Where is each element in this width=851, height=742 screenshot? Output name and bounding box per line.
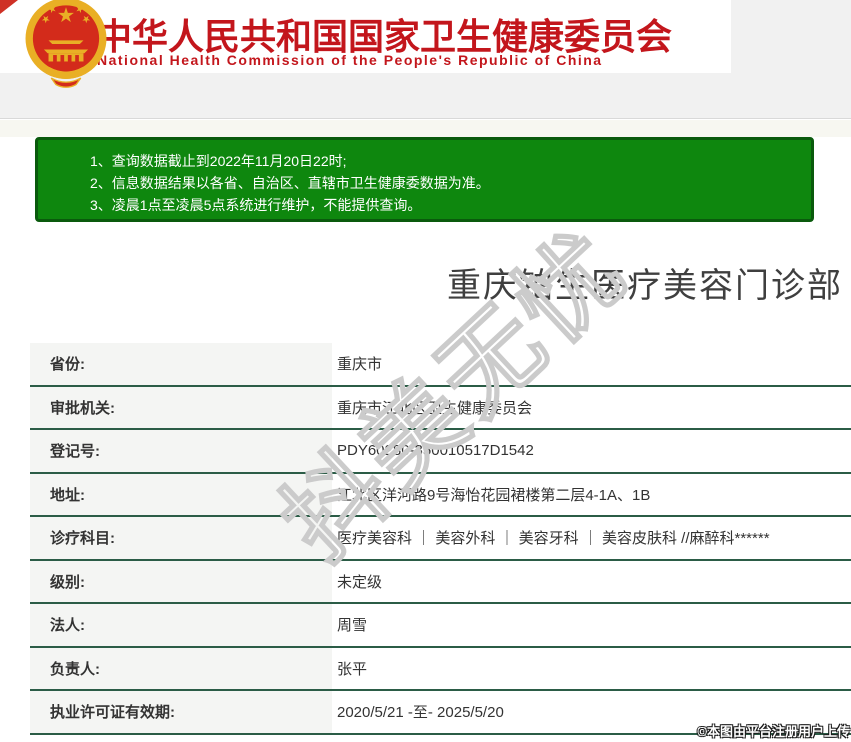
- row-value: PDY60280-350010517D1542: [332, 430, 851, 472]
- notice-line: 2、信息数据结果以各省、自治区、直辖市卫生健康委数据为准。: [90, 175, 490, 191]
- row-value: 张平: [332, 647, 851, 689]
- institution-info-table: 省份: 重庆市 审批机关: 重庆市江北区卫生健康委员会 登记号: PDY6028…: [30, 343, 851, 735]
- row-label: 执业许可证有效期:: [30, 691, 332, 733]
- row-value: 周雪: [332, 604, 851, 646]
- table-row: 审批机关: 重庆市江北区卫生健康委员会: [30, 386, 851, 430]
- notice-line: 3、凌晨1点至凌晨5点系统进行维护，不能提供查询。: [90, 197, 422, 213]
- row-label: 登记号:: [30, 430, 332, 472]
- row-label: 诊疗科目:: [30, 517, 332, 559]
- corner-fold-decoration: [0, 0, 18, 14]
- row-value: 重庆市: [332, 343, 851, 385]
- row-label: 法人:: [30, 604, 332, 646]
- table-row: 法人: 周雪: [30, 604, 851, 648]
- sub-strip: [0, 120, 851, 137]
- nhc-query-result-page: 中华人民共和国国家卫生健康委员会 National Health Commiss…: [0, 0, 851, 742]
- notice-box: 1、查询数据截止到2022年11月20日22时; 2、信息数据结果以各省、自治区…: [35, 137, 814, 222]
- row-value: 医疗美容科 ｜ 美容外科 ｜ 美容牙科 ｜ 美容皮肤科 //麻醉科******: [332, 517, 851, 559]
- row-value: 未定级: [332, 560, 851, 602]
- row-label: 省份:: [30, 343, 332, 385]
- table-row: 诊疗科目: 医疗美容科 ｜ 美容外科 ｜ 美容牙科 ｜ 美容皮肤科 //麻醉科*…: [30, 517, 851, 561]
- table-row: 级别: 未定级: [30, 560, 851, 604]
- table-row: 负责人: 张平: [30, 647, 851, 691]
- uploaded-by-user-badge: ©本图由平台注册用户上传: [697, 724, 850, 739]
- institution-name-title: 重庆铂生医疗美容门诊部: [447, 267, 843, 305]
- header-title-english: National Health Commission of the People…: [97, 52, 603, 68]
- row-value: 重庆市江北区卫生健康委员会: [332, 386, 851, 428]
- row-label: 级别:: [30, 560, 332, 602]
- row-value: 江北区洋河路9号海怡花园裙楼第二层4-1A、1B: [332, 473, 851, 515]
- table-row: 登记号: PDY60280-350010517D1542: [30, 430, 851, 474]
- row-label: 审批机关:: [30, 386, 332, 428]
- table-row: 地址: 江北区洋河路9号海怡花园裙楼第二层4-1A、1B: [30, 473, 851, 517]
- row-label: 负责人:: [30, 647, 332, 689]
- row-label: 地址:: [30, 473, 332, 515]
- table-row: 省份: 重庆市: [30, 343, 851, 387]
- china-national-emblem-icon: [25, 0, 107, 88]
- notice-line: 1、查询数据截止到2022年11月20日22时;: [90, 153, 347, 169]
